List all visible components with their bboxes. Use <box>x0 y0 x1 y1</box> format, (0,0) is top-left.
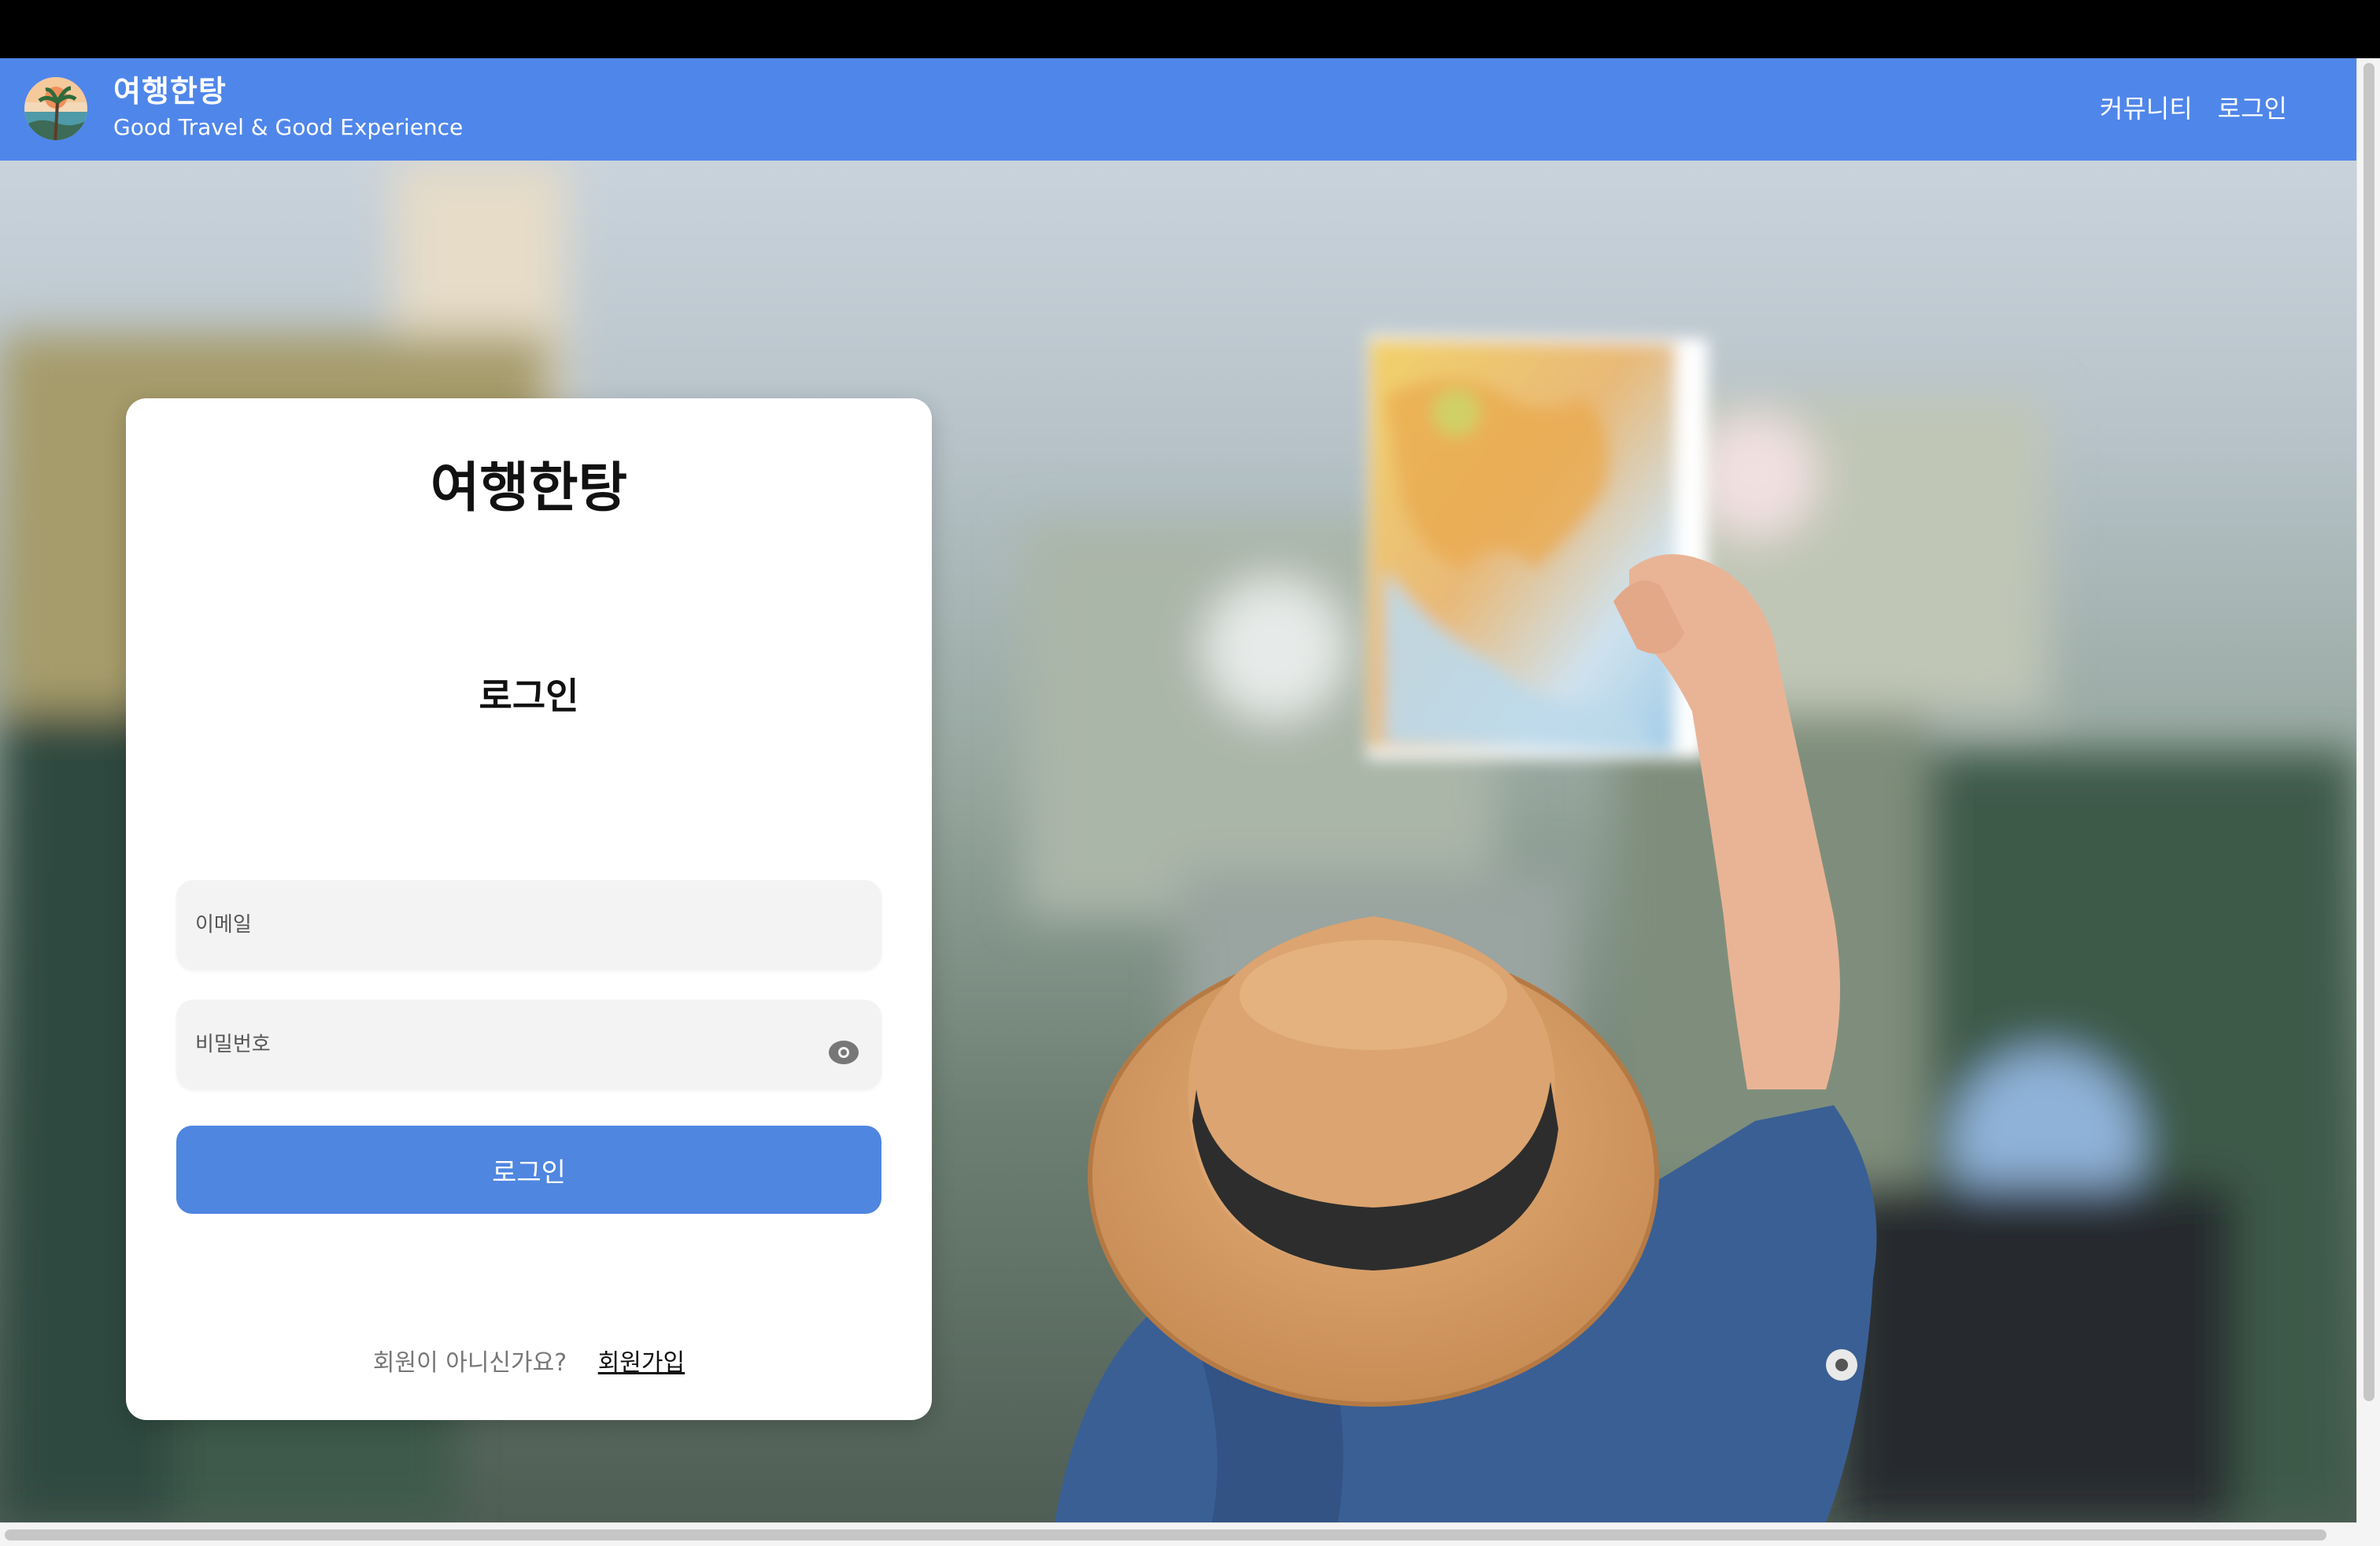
brand[interactable]: 여행한탕 Good Travel & Good Experience <box>113 72 463 143</box>
email-input[interactable] <box>176 880 881 970</box>
nav-community-link[interactable]: 커뮤니티 <box>2100 91 2193 126</box>
palm-tree-logo-icon[interactable] <box>24 71 88 150</box>
eye-icon[interactable] <box>828 1039 859 1066</box>
os-top-bar <box>0 0 2380 58</box>
scrollbar-corner <box>2356 1522 2380 1546</box>
nav-login-link[interactable]: 로그인 <box>2218 91 2287 126</box>
horizontal-scrollbar[interactable] <box>0 1522 2356 1546</box>
browser-viewport: 여행한탕 Good Travel & Good Experience 커뮤니티 … <box>0 58 2380 1546</box>
password-input[interactable] <box>176 1000 881 1089</box>
login-button[interactable]: 로그인 <box>176 1126 881 1214</box>
login-card: 여행한탕 로그인 로그인 회원이 아니신가요? 회원가입 <box>126 398 932 1420</box>
vertical-scrollbar[interactable] <box>2356 58 2380 1546</box>
vertical-scrollbar-thumb[interactable] <box>2363 63 2374 1401</box>
login-heading: 로그인 <box>479 675 579 717</box>
password-field <box>176 1000 881 1089</box>
email-field <box>176 880 881 970</box>
signup-link[interactable]: 회원가입 <box>598 1349 685 1377</box>
main-nav: 커뮤니티 로그인 <box>2100 91 2287 126</box>
signup-question: 회원이 아니신가요? <box>372 1349 567 1377</box>
site-header: 여행한탕 Good Travel & Good Experience 커뮤니티 … <box>0 58 2356 161</box>
login-card-title: 여행한탕 <box>430 457 628 520</box>
brand-subtitle: Good Travel & Good Experience <box>113 114 464 140</box>
horizontal-scrollbar-thumb[interactable] <box>5 1529 2326 1540</box>
brand-title: 여행한탕 <box>113 74 227 109</box>
signup-row: 회원이 아니신가요? 회원가입 <box>126 1343 932 1378</box>
